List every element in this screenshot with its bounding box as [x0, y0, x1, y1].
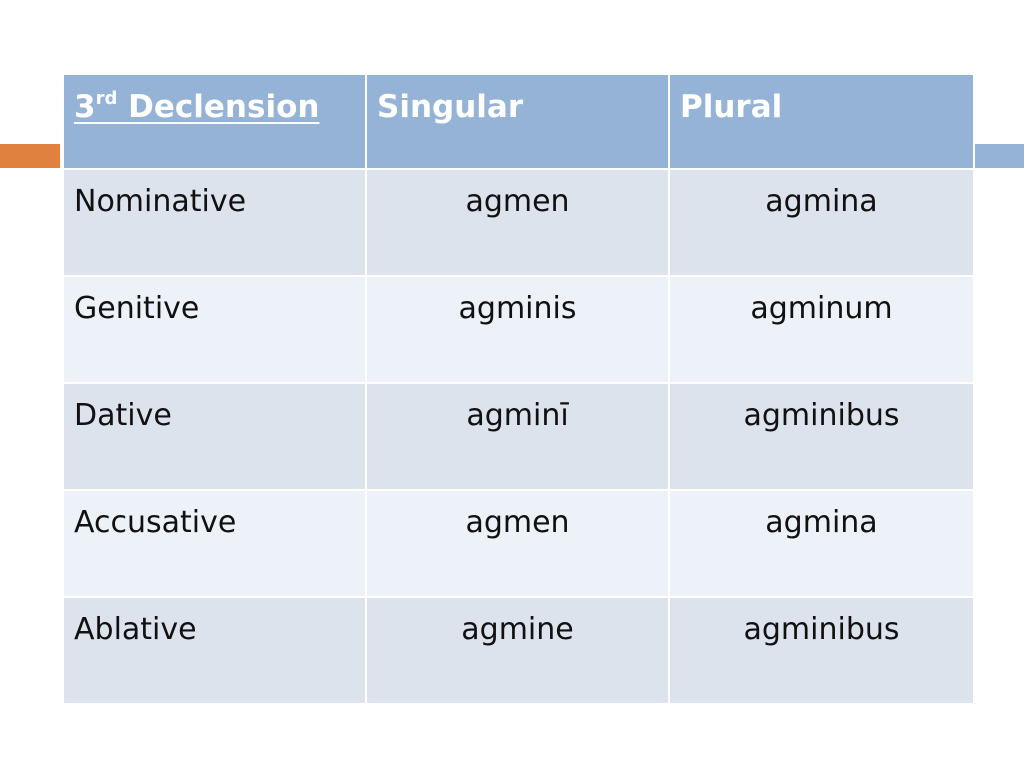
- singular-form: agminī: [365, 382, 670, 491]
- case-name: Accusative: [62, 489, 367, 598]
- table-row: Genitive agminis agminum: [62, 275, 975, 384]
- table-row: Ablative agmine agminibus: [62, 596, 975, 705]
- case-name: Ablative: [62, 596, 367, 705]
- table-row: Accusative agmen agmina: [62, 489, 975, 598]
- declension-table: 3rd Declension Singular Plural Nominativ…: [62, 73, 975, 705]
- singular-form: agmine: [365, 596, 670, 705]
- plural-form: agminibus: [668, 382, 975, 491]
- header-declension-number: 3: [74, 89, 96, 125]
- blue-accent-bar: [974, 144, 1024, 168]
- table-row: Dative agminī agminibus: [62, 382, 975, 491]
- plural-form: agmina: [668, 168, 975, 277]
- header-row: 3rd Declension Singular Plural: [62, 73, 975, 170]
- plural-form: agminibus: [668, 596, 975, 705]
- header-declension: 3rd Declension: [62, 73, 367, 170]
- case-name: Dative: [62, 382, 367, 491]
- singular-form: agmen: [365, 168, 670, 277]
- header-singular: Singular: [365, 73, 670, 170]
- singular-form: agmen: [365, 489, 670, 598]
- plural-form: agmina: [668, 489, 975, 598]
- case-name: Nominative: [62, 168, 367, 277]
- table-row: Nominative agmen agmina: [62, 168, 975, 277]
- header-declension-ordinal: rd: [95, 88, 118, 109]
- singular-form: agminis: [365, 275, 670, 384]
- plural-form: agminum: [668, 275, 975, 384]
- header-plural: Plural: [668, 73, 975, 170]
- case-name: Genitive: [62, 275, 367, 384]
- orange-accent-bar: [0, 144, 60, 168]
- header-declension-label: Declension: [117, 89, 320, 125]
